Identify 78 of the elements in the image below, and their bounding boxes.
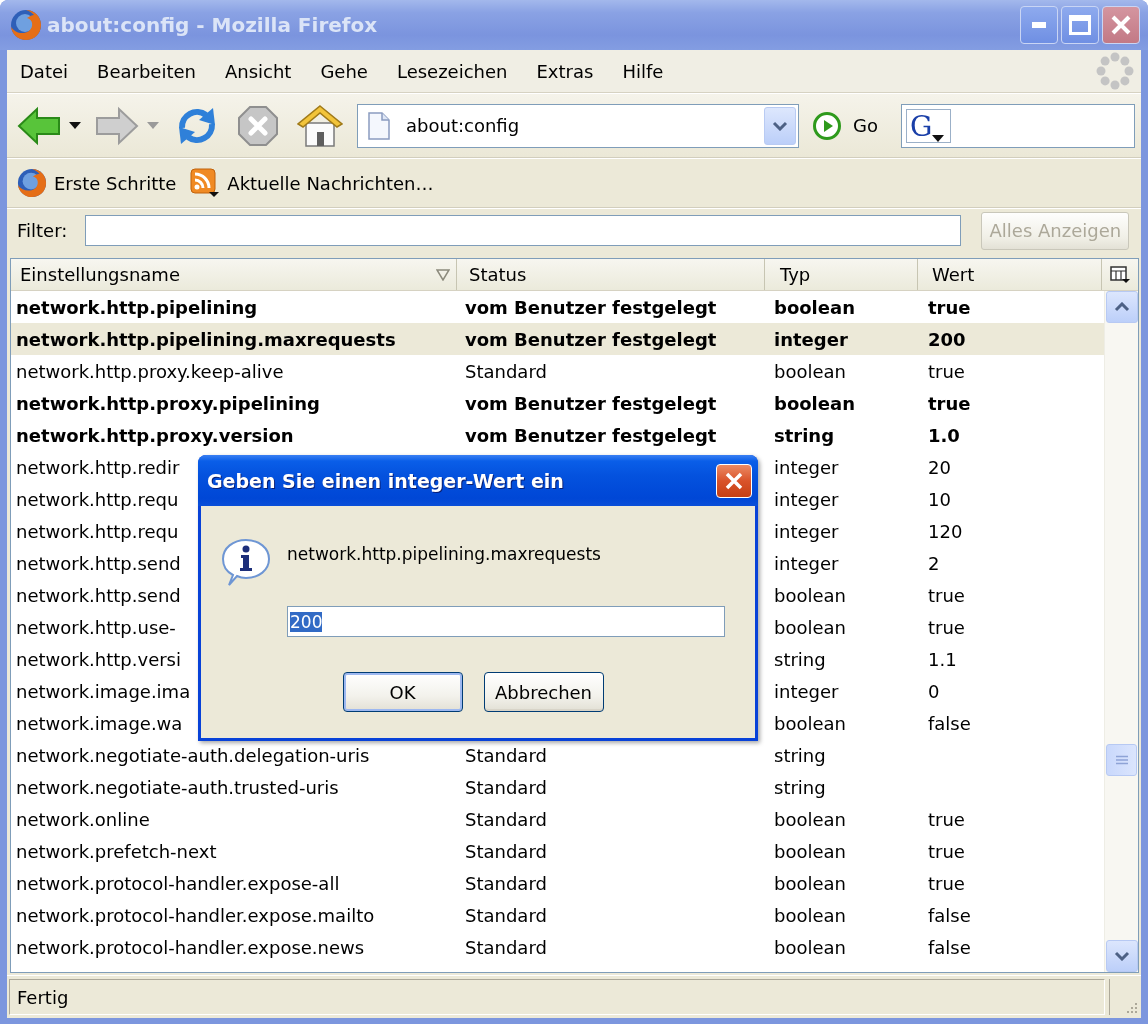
setting-name: network.http.proxy.pipelining: [16, 392, 320, 414]
setting-name: network.http.requ: [16, 520, 179, 542]
setting-name: network.negotiate-auth.trusted-uris: [16, 776, 339, 798]
setting-value: true: [928, 872, 965, 894]
setting-type: boolean: [774, 872, 846, 894]
setting-status: vom Benutzer festgelegt: [465, 424, 717, 446]
setting-name: network.http.send: [16, 584, 181, 606]
setting-name: network.http.send: [16, 552, 181, 574]
setting-name: network.http.requ: [16, 488, 179, 510]
setting-name: network.http.pipelining: [16, 296, 258, 318]
setting-value: 2: [928, 552, 940, 574]
setting-type: integer: [774, 680, 839, 702]
setting-value: 1.1: [928, 648, 957, 670]
setting-status: Standard: [465, 840, 547, 862]
setting-status: vom Benutzer festgelegt: [465, 392, 717, 414]
setting-status: Standard: [465, 360, 547, 382]
setting-value: false: [928, 712, 971, 734]
setting-value: 10: [928, 488, 951, 510]
setting-status: vom Benutzer festgelegt: [465, 328, 717, 350]
setting-status: Standard: [465, 904, 547, 926]
setting-name: network.http.versi: [16, 648, 181, 670]
setting-name: network.image.wa: [16, 712, 183, 734]
setting-name: network.image.ima: [16, 680, 191, 702]
setting-value: true: [928, 616, 965, 638]
setting-value: true: [928, 840, 965, 862]
setting-name: network.negotiate-auth.delegation-uris: [16, 744, 370, 766]
setting-type: integer: [774, 456, 839, 478]
setting-type: integer: [774, 328, 848, 350]
setting-type: boolean: [774, 616, 846, 638]
filter-label: Filter:: [17, 220, 68, 241]
setting-type: boolean: [774, 296, 855, 318]
setting-type: integer: [774, 488, 839, 510]
setting-value: true: [928, 360, 965, 382]
setting-status: Standard: [465, 936, 547, 958]
setting-name: network.http.proxy.version: [16, 424, 294, 446]
setting-status: Standard: [465, 744, 547, 766]
setting-name: network.protocol-handler.expose-all: [16, 872, 340, 894]
setting-type: string: [774, 776, 826, 798]
setting-name: network.online: [16, 808, 150, 830]
setting-type: boolean: [774, 904, 846, 926]
setting-value: 0: [928, 680, 940, 702]
setting-status: Standard: [465, 808, 547, 830]
setting-name: network.http.redir: [16, 456, 180, 478]
setting-value: true: [928, 808, 965, 830]
setting-value: false: [928, 904, 971, 926]
setting-type: boolean: [774, 712, 846, 734]
setting-value: 200: [928, 328, 966, 350]
setting-type: boolean: [774, 360, 846, 382]
setting-status: vom Benutzer festgelegt: [465, 296, 717, 318]
dialog-title: Geben Sie einen integer-Wert ein: [207, 469, 565, 492]
setting-name: network.http.pipelining.maxrequests: [16, 328, 396, 350]
setting-type: boolean: [774, 392, 855, 414]
dialog-message: network.http.pipelining.maxrequests: [287, 544, 601, 564]
setting-value: false: [928, 936, 971, 958]
setting-status: Standard: [465, 872, 547, 894]
setting-status: Standard: [465, 776, 547, 798]
setting-value: 120: [928, 520, 963, 542]
setting-value: true: [928, 584, 965, 606]
setting-name: network.protocol-handler.expose.mailto: [16, 904, 375, 926]
setting-name: network.http.proxy.keep-alive: [16, 360, 284, 382]
setting-value: true: [928, 392, 971, 414]
setting-name: network.http.use-: [16, 616, 176, 638]
setting-type: string: [774, 424, 835, 446]
setting-type: integer: [774, 520, 839, 542]
setting-type: boolean: [774, 808, 846, 830]
setting-value: 1.0: [928, 424, 960, 446]
setting-name: network.protocol-handler.expose.news: [16, 936, 365, 958]
window-title: about:config - Mozilla Firefox: [47, 13, 379, 37]
setting-value: true: [928, 296, 971, 318]
setting-type: string: [774, 744, 826, 766]
setting-type: boolean: [774, 584, 846, 606]
setting-name: network.prefetch-next: [16, 840, 217, 862]
setting-type: boolean: [774, 936, 846, 958]
setting-value: 20: [928, 456, 951, 478]
status-text: Fertig: [9, 979, 1105, 1015]
setting-type: boolean: [774, 840, 846, 862]
setting-type: string: [774, 648, 826, 670]
setting-type: integer: [774, 552, 839, 574]
